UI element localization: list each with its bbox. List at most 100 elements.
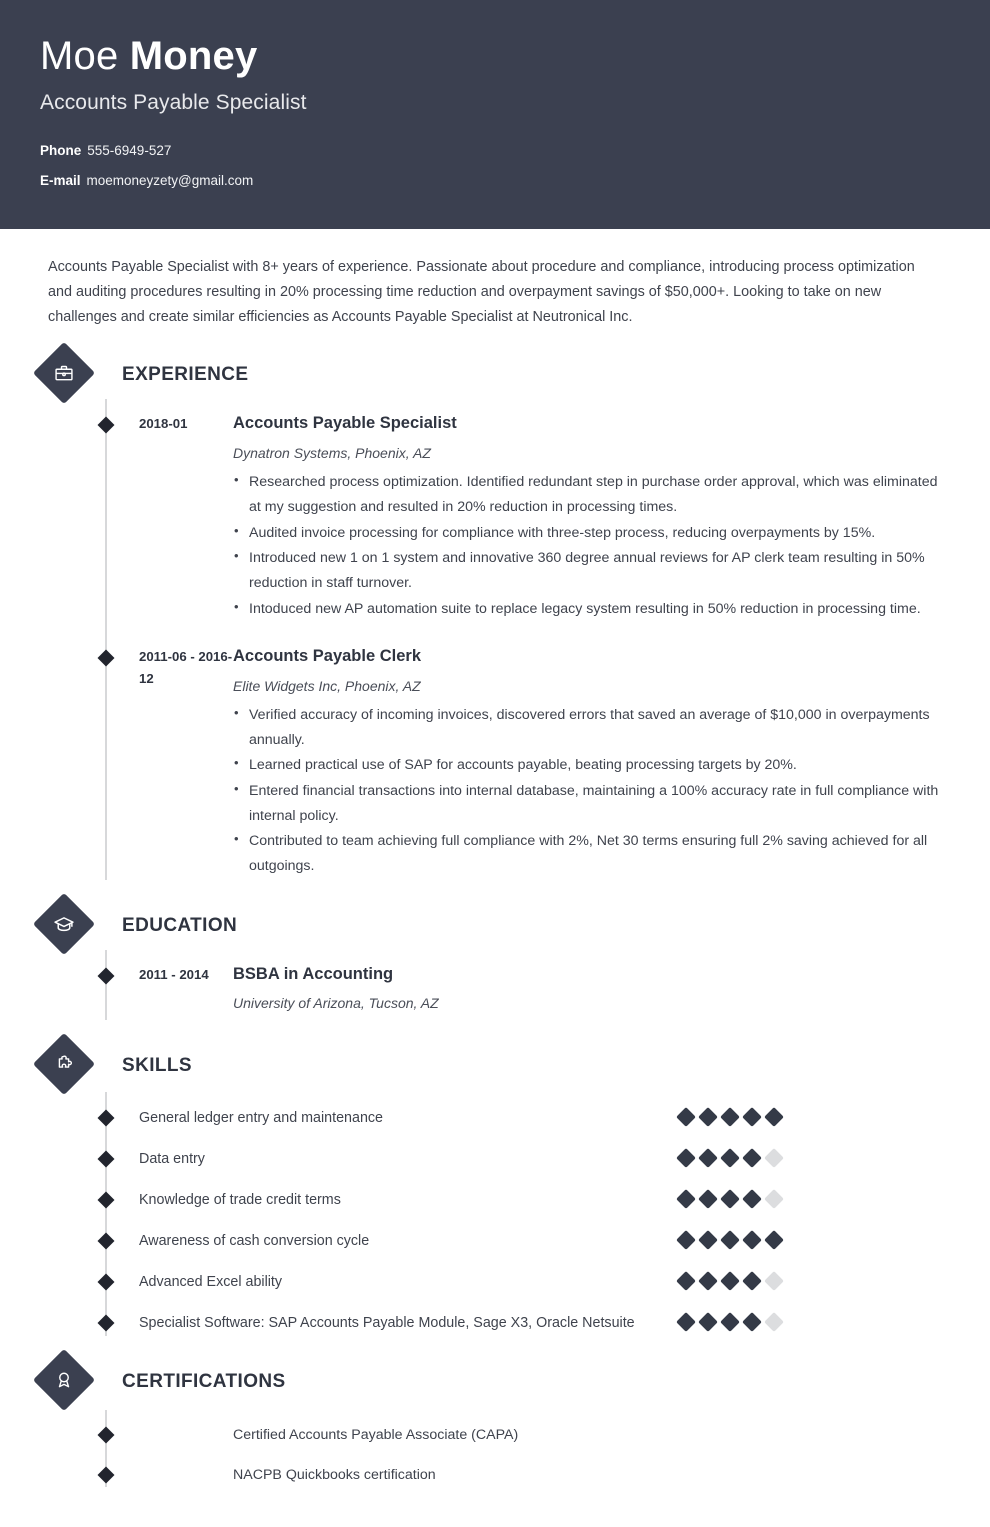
rating-diamond-filled — [742, 1230, 762, 1251]
contact-email-label: E-mail — [40, 172, 81, 188]
bullet-item: Introduced new 1 on 1 system and innovat… — [233, 545, 950, 595]
entry-content: Accounts Payable Specialist Dynatron Sys… — [233, 413, 950, 622]
rating-diamond-filled — [698, 1189, 718, 1210]
resume-header: Moe Money Accounts Payable Specialist Ph… — [0, 0, 990, 230]
entry-date: 2018-01 — [139, 416, 188, 432]
contact-phone-value[interactable]: 555-6949-527 — [87, 143, 171, 158]
page-title: Moe Money — [40, 34, 950, 79]
rating-diamond-filled — [720, 1271, 740, 1291]
section-certifications: CERTIFICATIONS Certified Accounts Payabl… — [32, 1348, 950, 1488]
certification-item: Certified Accounts Payable Associate (CA… — [40, 1424, 950, 1447]
skill-item: Advanced Excel ability — [40, 1270, 950, 1295]
skill-rating — [676, 1147, 784, 1169]
rating-diamond-filled — [676, 1311, 696, 1332]
certification-label: NACPB Quickbooks certification — [233, 1467, 436, 1484]
education-timeline: 2011 - 2014 BSBA in Accounting Universit… — [40, 949, 950, 1021]
entry-date: 2011 - 2014 — [139, 966, 209, 982]
skill-label: Specialist Software: SAP Accounts Payabl… — [139, 1314, 635, 1331]
rating-diamond-filled — [742, 1189, 762, 1210]
skill-item: Awareness of cash conversion cycle — [40, 1229, 950, 1254]
last-name: Money — [129, 34, 258, 78]
bullet-item: Audited invoice processing for complianc… — [233, 520, 950, 546]
skill-label: Knowledge of trade credit terms — [139, 1192, 341, 1209]
contact-phone: Phone 555-6949-527 — [40, 143, 950, 159]
skill-item: Knowledge of trade credit terms — [40, 1188, 950, 1213]
entry-bullets: Verified accuracy of incoming invoices, … — [233, 702, 950, 879]
entry-subtitle: Dynatron Systems, Phoenix, AZ — [233, 445, 431, 462]
section-title-certifications: CERTIFICATIONS — [122, 1370, 286, 1392]
rating-diamond-filled — [698, 1271, 718, 1291]
section-header-experience: EXPERIENCE — [32, 342, 950, 405]
entry-bullets: Researched process optimization. Identif… — [233, 469, 950, 622]
section-title-skills: SKILLS — [122, 1055, 192, 1077]
rating-diamond-empty — [764, 1189, 784, 1210]
rating-diamond-filled — [764, 1107, 784, 1128]
award-ribbon-icon — [32, 1348, 96, 1411]
skill-rating — [676, 1311, 784, 1332]
entry-title: Accounts Payable Clerk — [233, 647, 421, 666]
briefcase-icon — [32, 342, 96, 405]
skill-label: Awareness of cash conversion cycle — [139, 1233, 370, 1250]
rating-diamond-filled — [742, 1148, 762, 1169]
section-skills: SKILLS General ledger entry and maintena… — [32, 1033, 950, 1336]
skill-item: Specialist Software: SAP Accounts Payabl… — [40, 1311, 950, 1336]
skill-rating — [676, 1106, 784, 1128]
certifications-timeline: Certified Accounts Payable Associate (CA… — [40, 1409, 950, 1488]
first-name: Moe — [40, 34, 130, 78]
bullet-item: Intoduced new AP automation suite to rep… — [233, 596, 950, 622]
certification-item: NACPB Quickbooks certification — [40, 1464, 950, 1487]
section-title-education: EDUCATION — [122, 914, 238, 936]
experience-timeline: 2018-01 Accounts Payable Specialist Dyna… — [40, 399, 950, 881]
skill-rating — [676, 1229, 784, 1251]
skill-label: General ledger entry and maintenance — [139, 1110, 383, 1127]
rating-diamond-filled — [698, 1230, 718, 1251]
rating-diamond-filled — [676, 1271, 696, 1291]
bullet-item: Contributed to team achieving full compl… — [233, 828, 950, 878]
rating-diamond-empty — [764, 1271, 784, 1291]
section-header-education: EDUCATION — [32, 892, 950, 955]
professional-summary: Accounts Payable Specialist with 8+ year… — [48, 259, 915, 325]
entry-title: Accounts Payable Specialist — [233, 414, 457, 433]
puzzle-piece-icon — [32, 1033, 96, 1096]
rating-diamond-filled — [676, 1189, 696, 1210]
certification-label: Certified Accounts Payable Associate (CA… — [233, 1426, 519, 1443]
contact-email-value[interactable]: moemoneyzety@gmail.com — [87, 173, 254, 188]
skill-item: Data entry — [40, 1147, 950, 1172]
rating-diamond-empty — [764, 1148, 784, 1169]
skill-item: General ledger entry and maintenance — [40, 1106, 950, 1131]
rating-diamond-filled — [720, 1148, 740, 1169]
entry-subtitle: Elite Widgets Inc, Phoenix, AZ — [233, 677, 421, 694]
rating-diamond-filled — [676, 1148, 696, 1169]
rating-diamond-filled — [720, 1189, 740, 1210]
bullet-item: Learned practical use of SAP for account… — [233, 752, 950, 778]
section-education: EDUCATION 2011 - 2014 BSBA in Accounting… — [32, 892, 950, 1021]
entry-subtitle: University of Arizona, Tucson, AZ — [233, 995, 439, 1012]
rating-diamond-filled — [742, 1311, 762, 1332]
rating-diamond-filled — [720, 1230, 740, 1251]
job-title: Accounts Payable Specialist — [40, 90, 307, 114]
graduation-cap-icon — [32, 892, 96, 955]
education-entry: 2011 - 2014 BSBA in Accounting Universit… — [40, 964, 950, 1021]
contact-list: Phone 555-6949-527 E-mail moemoneyzety@gma… — [40, 143, 950, 189]
rating-diamond-filled — [676, 1107, 696, 1128]
section-header-skills: SKILLS — [32, 1033, 950, 1096]
experience-entry: 2018-01 Accounts Payable Specialist Dyna… — [40, 413, 950, 622]
entry-title: BSBA in Accounting — [233, 964, 394, 983]
rating-diamond-empty — [764, 1311, 784, 1332]
entry-date: 2011-06 - 2016-12 — [139, 649, 233, 686]
contact-phone-label: Phone — [40, 142, 82, 158]
skill-rating — [676, 1270, 784, 1291]
resume-body: Accounts Payable Specialist with 8+ year… — [0, 229, 990, 1527]
rating-diamond-filled — [698, 1148, 718, 1169]
rating-diamond-filled — [742, 1107, 762, 1128]
bullet-item: Verified accuracy of incoming invoices, … — [233, 702, 950, 752]
entry-content: BSBA in Accounting University of Arizona… — [233, 964, 950, 1021]
rating-diamond-filled — [676, 1230, 696, 1251]
rating-diamond-filled — [698, 1107, 718, 1128]
section-title-experience: EXPERIENCE — [122, 364, 249, 386]
rating-diamond-filled — [720, 1311, 740, 1332]
experience-entry: 2011-06 - 2016-12 Accounts Payable Clerk… — [40, 646, 950, 880]
rating-diamond-filled — [764, 1230, 784, 1251]
skills-timeline: General ledger entry and maintenance Dat… — [40, 1092, 950, 1336]
skill-rating — [676, 1188, 784, 1210]
